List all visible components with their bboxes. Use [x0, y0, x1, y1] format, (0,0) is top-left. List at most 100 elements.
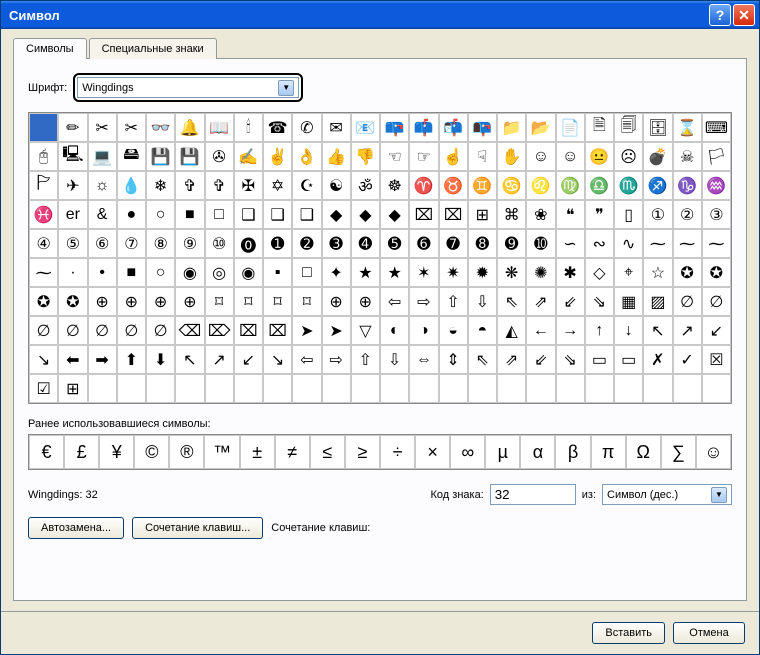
symbol-cell[interactable]: ♑ [673, 171, 702, 200]
symbol-cell[interactable]: ↖ [175, 345, 204, 374]
symbol-cell[interactable]: ⇖ [468, 345, 497, 374]
symbol-cell[interactable]: ↘ [263, 345, 292, 374]
symbol-cell[interactable]: ∿ [614, 229, 643, 258]
symbol-cell[interactable]: ⌛ [673, 113, 702, 142]
symbol-cell[interactable]: ✪ [58, 287, 87, 316]
symbol-cell[interactable]: 🗄 [643, 113, 672, 142]
symbol-cell[interactable]: ✉ [322, 113, 351, 142]
symbol-cell[interactable]: ↗ [205, 345, 234, 374]
symbol-cell[interactable]: ⇦ [292, 345, 321, 374]
symbol-cell[interactable]: 💾 [175, 142, 204, 171]
symbol-cell[interactable]: ⊕ [351, 287, 380, 316]
symbol-cell[interactable]: ♉ [439, 171, 468, 200]
symbol-cell[interactable]: ① [643, 200, 672, 229]
symbol-cell[interactable]: 💣 [643, 142, 672, 171]
symbol-cell[interactable]: ⌫ [175, 316, 204, 345]
symbol-cell[interactable]: 🔔 [175, 113, 204, 142]
symbol-cell[interactable] [146, 374, 175, 403]
symbol-cell[interactable]: ∅ [146, 316, 175, 345]
close-button[interactable]: ✕ [733, 4, 755, 26]
symbol-cell[interactable]: ⑥ [88, 229, 117, 258]
symbol-cell[interactable]: ◆ [351, 200, 380, 229]
symbol-cell[interactable]: ⑤ [58, 229, 87, 258]
symbol-cell[interactable]: ➎ [380, 229, 409, 258]
symbol-cell[interactable] [673, 374, 702, 403]
help-button[interactable]: ? [709, 4, 731, 26]
recent-cell[interactable]: α [520, 435, 555, 469]
symbol-cell[interactable]: ➌ [322, 229, 351, 258]
symbol-cell[interactable]: ✞ [175, 171, 204, 200]
symbol-cell[interactable]: ◑ [409, 316, 438, 345]
symbol-cell[interactable]: ▭ [585, 345, 614, 374]
symbol-cell[interactable] [409, 374, 438, 403]
symbol-cell[interactable]: ∅ [29, 316, 58, 345]
symbol-cell[interactable]: ⑧ [146, 229, 175, 258]
symbol-cell[interactable]: ➒ [497, 229, 526, 258]
symbol-cell[interactable]: ☑ [29, 374, 58, 403]
symbol-cell[interactable]: 📭 [468, 113, 497, 142]
symbol-cell[interactable]: □ [292, 258, 321, 287]
symbol-cell[interactable]: 📫 [409, 113, 438, 142]
symbol-cell[interactable]: ⇦ [380, 287, 409, 316]
code-input[interactable] [490, 484, 576, 505]
symbol-cell[interactable]: 👌 [292, 142, 321, 171]
symbol-cell[interactable]: 🖳 [58, 142, 87, 171]
symbol-cell[interactable]: ⌧ [234, 316, 263, 345]
symbol-cell[interactable]: ✱ [556, 258, 585, 287]
symbol-cell[interactable]: ♏ [614, 171, 643, 200]
symbol-cell[interactable]: ❑ [263, 200, 292, 229]
symbol-cell[interactable]: ⑩ [205, 229, 234, 258]
symbol-cell[interactable] [351, 374, 380, 403]
symbol-cell[interactable]: ⌧ [409, 200, 438, 229]
symbol-cell[interactable] [556, 374, 585, 403]
recent-cell[interactable]: ¥ [99, 435, 134, 469]
symbol-cell[interactable]: 🏳 [702, 142, 731, 171]
symbol-cell[interactable]: ✋ [497, 142, 526, 171]
symbol-cell[interactable]: ↑ [585, 316, 614, 345]
insert-button[interactable]: Вставить [592, 622, 665, 644]
symbol-cell[interactable] [614, 374, 643, 403]
symbol-cell[interactable]: ▪ [263, 258, 292, 287]
symbol-cell[interactable]: ⇨ [409, 287, 438, 316]
symbol-cell[interactable] [497, 374, 526, 403]
symbol-cell[interactable]: ∅ [88, 316, 117, 345]
symbol-cell[interactable] [439, 374, 468, 403]
symbol-cell[interactable]: ❋ [497, 258, 526, 287]
symbol-cell[interactable] [643, 374, 672, 403]
recent-cell[interactable]: Ω [626, 435, 661, 469]
symbol-cell[interactable]: ☜ [380, 142, 409, 171]
symbol-cell[interactable]: ↗ [673, 316, 702, 345]
symbol-cell[interactable]: ⬆ [117, 345, 146, 374]
symbol-cell[interactable]: ↘ [29, 345, 58, 374]
symbol-cell[interactable]: ⇘ [556, 345, 585, 374]
symbol-cell[interactable]: ☹ [614, 142, 643, 171]
symbol-cell[interactable]: ☞ [409, 142, 438, 171]
symbol-cell[interactable]: ✦ [322, 258, 351, 287]
symbol-cell[interactable]: ⊕ [322, 287, 351, 316]
symbol-cell[interactable]: 🖰 [29, 142, 58, 171]
symbol-cell[interactable]: 💧 [117, 171, 146, 200]
symbol-cell[interactable]: ⌑ [292, 287, 321, 316]
symbol-cell[interactable]: 💾 [146, 142, 175, 171]
symbol-cell[interactable]: 📁 [497, 113, 526, 142]
symbol-cell[interactable]: ♎ [585, 171, 614, 200]
symbol-cell[interactable]: ∅ [117, 316, 146, 345]
symbol-cell[interactable]: ⌑ [205, 287, 234, 316]
recent-cell[interactable]: € [29, 435, 64, 469]
symbol-cell[interactable]: ◇ [585, 258, 614, 287]
from-combo[interactable]: Символ (дес.) ▼ [602, 484, 732, 505]
symbol-cell[interactable]: ☼ [88, 171, 117, 200]
recent-cell[interactable]: × [415, 435, 450, 469]
symbol-cell[interactable]: ↙ [234, 345, 263, 374]
symbol-cell[interactable]: ◉ [175, 258, 204, 287]
symbol-cell[interactable]: → [556, 316, 585, 345]
symbol-cell[interactable]: ➋ [292, 229, 321, 258]
symbol-cell[interactable]: 🗐 [614, 113, 643, 142]
symbol-cell[interactable] [292, 374, 321, 403]
symbol-cell[interactable]: ↖ [643, 316, 672, 345]
symbol-cell[interactable]: ☝ [439, 142, 468, 171]
symbol-cell[interactable] [702, 374, 731, 403]
recent-cell[interactable]: ∞ [450, 435, 485, 469]
symbol-cell[interactable]: ⇨ [322, 345, 351, 374]
symbol-cell[interactable]: • [88, 258, 117, 287]
